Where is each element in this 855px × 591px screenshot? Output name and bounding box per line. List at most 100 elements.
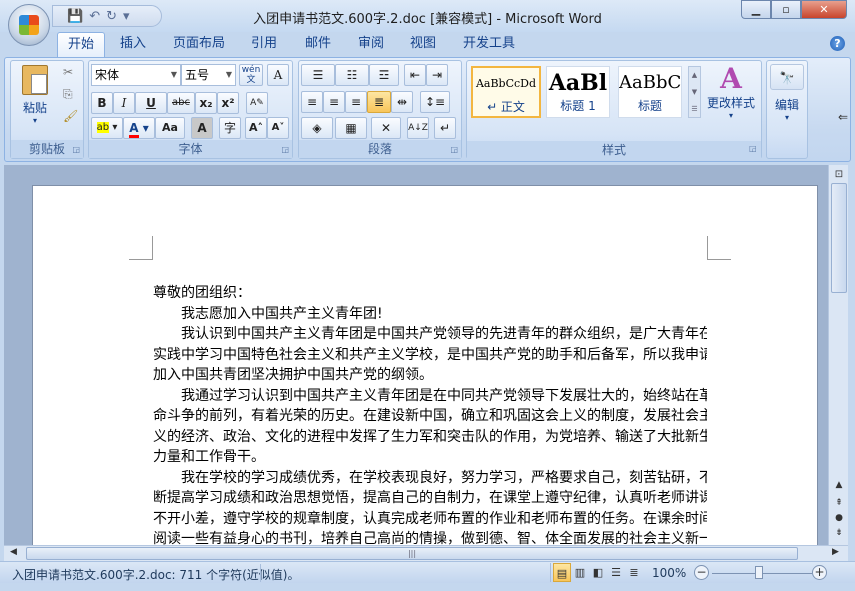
shading-button[interactable]: ◈ bbox=[301, 117, 333, 139]
underline-button[interactable]: U bbox=[135, 92, 167, 114]
justify-button[interactable]: ≣ bbox=[367, 91, 391, 113]
align-left-button[interactable]: ≡ bbox=[301, 91, 323, 113]
document-line[interactable]: 我认识到中国共产主义青年团是中国共产党领导的先进青年的群众组织，是广大青年在 bbox=[153, 324, 707, 345]
document-line[interactable]: 我在学校的学习成绩优秀，在学校表现良好，努力学习，严格要求自己，刻苦钻研，不 bbox=[153, 468, 707, 489]
tab-review[interactable]: 审阅 bbox=[348, 32, 394, 58]
style-heading-1[interactable]: AaBl 标题 1 bbox=[546, 66, 610, 118]
help-icon[interactable]: ? bbox=[830, 36, 845, 51]
document-line[interactable]: 实践中学习中国特色社会主义和共产主义学校，是中国共产党的助手和后备军，所以我申请 bbox=[153, 345, 707, 366]
zoom-slider-thumb[interactable] bbox=[755, 566, 763, 579]
shrink-font-button[interactable]: A˅ bbox=[267, 117, 289, 139]
tab-mailings[interactable]: 邮件 bbox=[295, 32, 341, 58]
document-line[interactable]: 义的经济、政治、文化的进程中发挥了生力军和突击队的作用，为党培养、输送了大批新生 bbox=[153, 427, 707, 448]
scroll-left-icon[interactable]: ◀ bbox=[10, 547, 17, 557]
document-line[interactable]: 我通过学习认识到中国共产主义青年团是在中同共产党领导下发展壮大的，始终站在革 bbox=[153, 386, 707, 407]
restore-button[interactable]: ▫ bbox=[771, 0, 801, 19]
numbering-button[interactable]: ☷ bbox=[335, 64, 369, 86]
align-right-button[interactable]: ≡ bbox=[345, 91, 367, 113]
distributed-button[interactable]: ⇹ bbox=[391, 91, 413, 113]
next-page-icon[interactable]: ⇟ bbox=[831, 525, 847, 541]
cut-icon[interactable]: ✂ bbox=[63, 65, 73, 79]
strikethrough-button[interactable]: abc bbox=[167, 92, 195, 114]
change-styles-button[interactable]: A 更改样式 ▾ bbox=[705, 64, 757, 121]
tab-references[interactable]: 引用 bbox=[241, 32, 287, 58]
asian-layout-button[interactable]: ✕ bbox=[371, 117, 401, 139]
ruler-toggle-icon[interactable]: ⊡ bbox=[831, 167, 847, 183]
dialog-launcher-icon[interactable]: ◲ bbox=[281, 145, 289, 154]
character-shading-button[interactable]: A bbox=[191, 117, 213, 139]
status-text[interactable]: 入团申请书范文.600字.2.doc: 711 个字符(近似值)。 bbox=[12, 566, 299, 583]
vertical-scroll-thumb[interactable] bbox=[831, 183, 847, 293]
dialog-launcher-icon[interactable]: ◲ bbox=[72, 145, 80, 154]
character-border-button[interactable]: A bbox=[267, 64, 289, 86]
draft-view-icon[interactable]: ≣ bbox=[625, 563, 643, 582]
print-layout-view-icon[interactable]: ▤ bbox=[553, 563, 571, 582]
document-line[interactable]: 阅读一些有益身心的书刊，培养自己高尚的情操，做到德、智、体全面发展的社会主义新一 bbox=[153, 529, 707, 545]
grow-font-button[interactable]: A˄ bbox=[245, 117, 267, 139]
italic-button[interactable]: I bbox=[113, 92, 135, 114]
tab-page-layout[interactable]: 页面布局 bbox=[163, 32, 235, 58]
horizontal-scroll-thumb[interactable]: ||| bbox=[26, 547, 798, 560]
previous-page-icon[interactable]: ⇞ bbox=[831, 495, 847, 511]
zoom-in-button[interactable]: + bbox=[812, 565, 827, 580]
center-button[interactable]: ≡ bbox=[323, 91, 345, 113]
style-normal[interactable]: AaBbCcDd ↵ 正文 bbox=[471, 66, 541, 118]
document-line[interactable]: 尊敬的团组织： bbox=[153, 283, 707, 304]
web-layout-view-icon[interactable]: ◧ bbox=[589, 563, 607, 582]
paragraph-group: ☰ ☷ ☲ ⇤ ⇥ ≡ ≡ ≡ ≣ ⇹ ↕≡ ◈ ▦ ✕ A↓Z ↵ 段落 ◲ bbox=[298, 60, 462, 159]
highlight-button[interactable]: ab ▾ bbox=[91, 117, 123, 139]
phonetic-guide-button[interactable]: wén文 bbox=[239, 64, 263, 86]
format-painter-icon[interactable]: 🖌 bbox=[63, 109, 78, 123]
dialog-launcher-icon[interactable]: ◲ bbox=[749, 144, 757, 153]
horizontal-scrollbar[interactable]: ◀ ||| ▶ bbox=[4, 545, 848, 561]
bullets-button[interactable]: ☰ bbox=[301, 64, 335, 86]
office-button[interactable] bbox=[8, 4, 50, 46]
select-browse-object-icon[interactable]: ● bbox=[831, 510, 847, 526]
minimize-button[interactable]: ▁ bbox=[741, 0, 771, 19]
close-button[interactable]: ✕ bbox=[801, 0, 847, 19]
decrease-indent-button[interactable]: ⇤ bbox=[404, 64, 426, 86]
document-body[interactable]: 尊敬的团组织： 我志愿加入中国共产主义青年团! 我认识到中国共产主义青年团是中国共产… bbox=[153, 283, 707, 545]
superscript-button[interactable]: x² bbox=[217, 92, 239, 114]
document-line[interactable]: 我志愿加入中国共产主义青年团! bbox=[153, 304, 707, 325]
document-line[interactable]: 不开小差，遵守学校的规章制度，认真完成老师布置的作业和老师布置的任务。在课余时间 bbox=[153, 509, 707, 530]
multilevel-list-button[interactable]: ☲ bbox=[369, 64, 399, 86]
bold-button[interactable]: B bbox=[91, 92, 113, 114]
font-name-combo[interactable]: 宋体 ▼ bbox=[91, 64, 181, 86]
styles-gallery-scroll[interactable]: ▲ ▼ ☰ bbox=[688, 66, 701, 118]
borders-button[interactable]: ▦ bbox=[335, 117, 367, 139]
font-size-combo[interactable]: 五号 ▼ bbox=[181, 64, 236, 86]
tab-home[interactable]: 开始 bbox=[57, 32, 106, 58]
subscript-button[interactable]: x₂ bbox=[195, 92, 217, 114]
full-screen-reading-view-icon[interactable]: ▥ bbox=[571, 563, 589, 582]
copy-icon[interactable]: ⎘ bbox=[63, 87, 73, 102]
editing-button[interactable]: 🔭 编辑 ▾ bbox=[770, 64, 804, 122]
zoom-out-button[interactable]: − bbox=[694, 565, 709, 580]
zoom-level[interactable]: 100% bbox=[652, 566, 686, 580]
window-controls: ▁ ▫ ✕ bbox=[741, 0, 847, 19]
tab-developer[interactable]: 开发工具 bbox=[453, 32, 525, 58]
sort-button[interactable]: A↓Z bbox=[407, 117, 429, 139]
scroll-up-icon[interactable]: ▲ bbox=[831, 477, 847, 493]
document-line[interactable]: 加入中国共青团坚决拥护中国共产党的纲领。 bbox=[153, 365, 707, 386]
paste-button[interactable]: 粘贴 ▾ bbox=[15, 65, 55, 125]
show-marks-button[interactable]: ↵ bbox=[434, 117, 456, 139]
change-case-button[interactable]: Aa bbox=[155, 117, 185, 139]
style-title[interactable]: AaBbC 标题 bbox=[618, 66, 682, 118]
tab-view[interactable]: 视图 bbox=[400, 32, 446, 58]
document-line[interactable]: 命斗争的前列，有着光荣的历史。在建设新中国，确立和巩固这会上义的制度，发展社会主 bbox=[153, 406, 707, 427]
clear-formatting-button[interactable]: A✎ bbox=[246, 92, 268, 114]
vertical-scrollbar[interactable]: ⊡ ▲ ⇞ ● ⇟ bbox=[828, 165, 848, 545]
enclose-characters-button[interactable]: 字 bbox=[219, 117, 241, 139]
increase-indent-button[interactable]: ⇥ bbox=[426, 64, 448, 86]
font-color-button[interactable]: A ▾ bbox=[123, 117, 155, 139]
document-page[interactable]: 尊敬的团组织： 我志愿加入中国共产主义青年团! 我认识到中国共产主义青年团是中国共产… bbox=[32, 185, 818, 545]
outline-view-icon[interactable]: ☰ bbox=[607, 563, 625, 582]
tab-insert[interactable]: 插入 bbox=[110, 32, 156, 58]
document-line[interactable]: 力量和工作骨干。 bbox=[153, 447, 707, 468]
dialog-launcher-icon[interactable]: ◲ bbox=[450, 145, 458, 154]
crop-mark bbox=[129, 236, 153, 260]
document-line[interactable]: 断提高学习成绩和政治思想觉悟，提高自己的自制力，在课堂上遵守纪律，认真听老师讲课… bbox=[153, 488, 707, 509]
line-spacing-button[interactable]: ↕≡ bbox=[420, 91, 450, 113]
scroll-right-icon[interactable]: ▶ bbox=[832, 547, 839, 557]
